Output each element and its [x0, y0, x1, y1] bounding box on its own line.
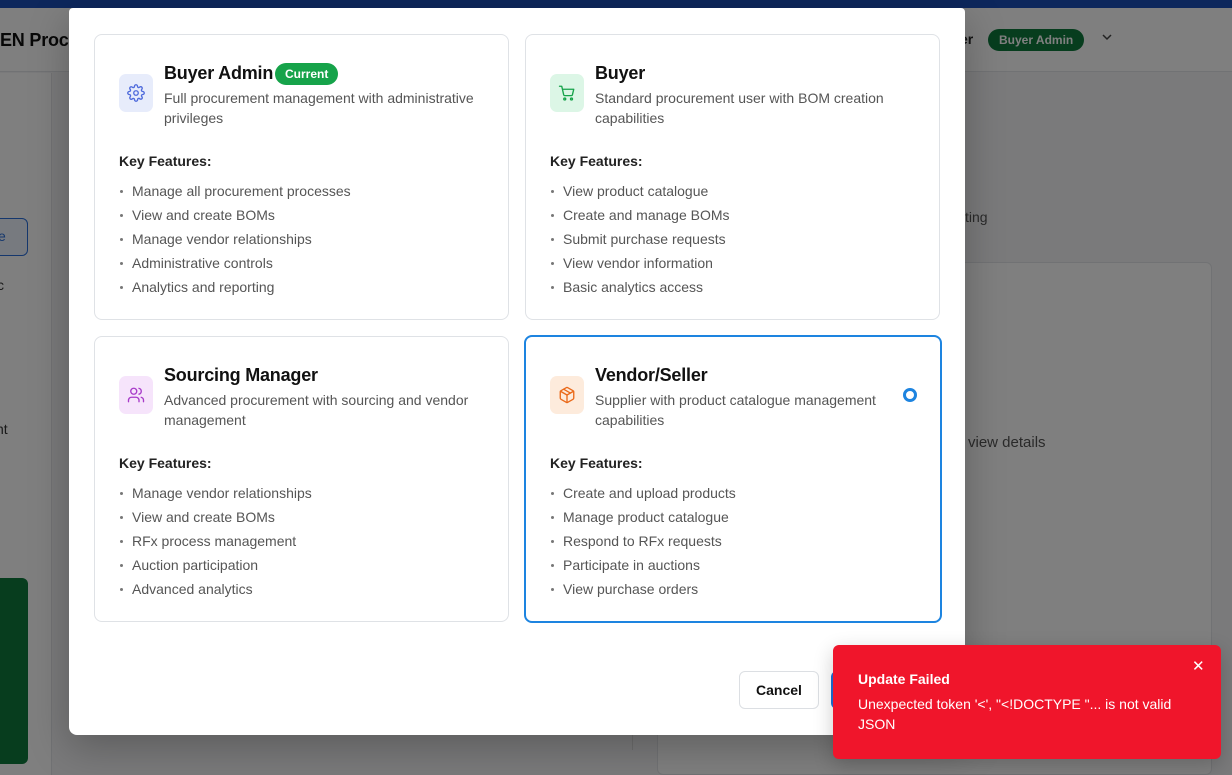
feature-item: View product catalogue: [550, 179, 730, 203]
role-description: Full procurement management with adminis…: [164, 90, 474, 126]
role-card-buyer-admin[interactable]: Buyer Admin Current Full procurement man…: [94, 34, 509, 320]
feature-item: Participate in auctions: [550, 553, 736, 577]
feature-item: Create and upload products: [550, 481, 736, 505]
feature-list: View product catalogue Create and manage…: [550, 179, 730, 299]
feature-item: Advanced analytics: [119, 577, 312, 601]
cancel-button[interactable]: Cancel: [739, 671, 819, 709]
toast-message: Unexpected token '<', "<!DOCTYPE "... is…: [858, 696, 1172, 732]
key-features-label: Key Features:: [550, 455, 643, 471]
role-description: Advanced procurement with sourcing and v…: [164, 392, 469, 428]
feature-item: View vendor information: [550, 251, 730, 275]
feature-item: Submit purchase requests: [550, 227, 730, 251]
feature-item: RFx process management: [119, 529, 312, 553]
role-switch-modal: Buyer Admin Current Full procurement man…: [69, 8, 965, 735]
role-card-buyer[interactable]: Buyer Standard procurement user with BOM…: [525, 34, 940, 320]
role-description: Standard procurement user with BOM creat…: [595, 90, 884, 126]
feature-item: Administrative controls: [119, 251, 351, 275]
feature-item: Auction participation: [119, 553, 312, 577]
feature-list: Manage all procurement processes View an…: [119, 179, 351, 299]
role-icon-box: [550, 74, 584, 112]
gear-icon: [127, 84, 145, 102]
package-icon: [559, 386, 575, 404]
role-icon-box: [119, 74, 153, 112]
toast-title: Update Failed: [858, 671, 950, 687]
key-features-label: Key Features:: [550, 153, 643, 169]
error-toast: Update Failed Unexpected token '<', "<!D…: [833, 645, 1221, 759]
role-title: Buyer: [595, 63, 646, 83]
feature-item: Analytics and reporting: [119, 275, 351, 299]
feature-item: View and create BOMs: [119, 505, 312, 529]
users-icon: [127, 387, 145, 403]
feature-item: Basic analytics access: [550, 275, 730, 299]
feature-list: Manage vendor relationships View and cre…: [119, 481, 312, 601]
key-features-label: Key Features:: [119, 153, 212, 169]
feature-item: Respond to RFx requests: [550, 529, 736, 553]
feature-item: Manage product catalogue: [550, 505, 736, 529]
role-title: Buyer Admin: [164, 63, 274, 83]
feature-item: Manage vendor relationships: [119, 481, 312, 505]
feature-item: Manage vendor relationships: [119, 227, 351, 251]
feature-item: Manage all procurement processes: [119, 179, 351, 203]
role-icon-box: [119, 376, 153, 414]
role-icon-box: [550, 376, 584, 414]
selected-radio[interactable]: [903, 388, 917, 402]
role-card-sourcing-manager[interactable]: Sourcing Manager Advanced procurement wi…: [94, 336, 509, 622]
role-title: Vendor/Seller: [595, 365, 708, 385]
current-badge: Current: [275, 63, 339, 85]
role-title: Sourcing Manager: [164, 365, 318, 385]
shopping-cart-icon: [558, 85, 575, 101]
feature-item: Create and manage BOMs: [550, 203, 730, 227]
feature-item: View and create BOMs: [119, 203, 351, 227]
feature-list: Create and upload products Manage produc…: [550, 481, 736, 601]
close-icon[interactable]: ✕: [1192, 659, 1205, 674]
feature-item: View purchase orders: [550, 577, 736, 601]
role-card-vendor-seller[interactable]: Vendor/Seller Supplier with product cata…: [524, 335, 942, 623]
role-description: Supplier with product catalogue manageme…: [595, 392, 876, 428]
key-features-label: Key Features:: [119, 455, 212, 471]
